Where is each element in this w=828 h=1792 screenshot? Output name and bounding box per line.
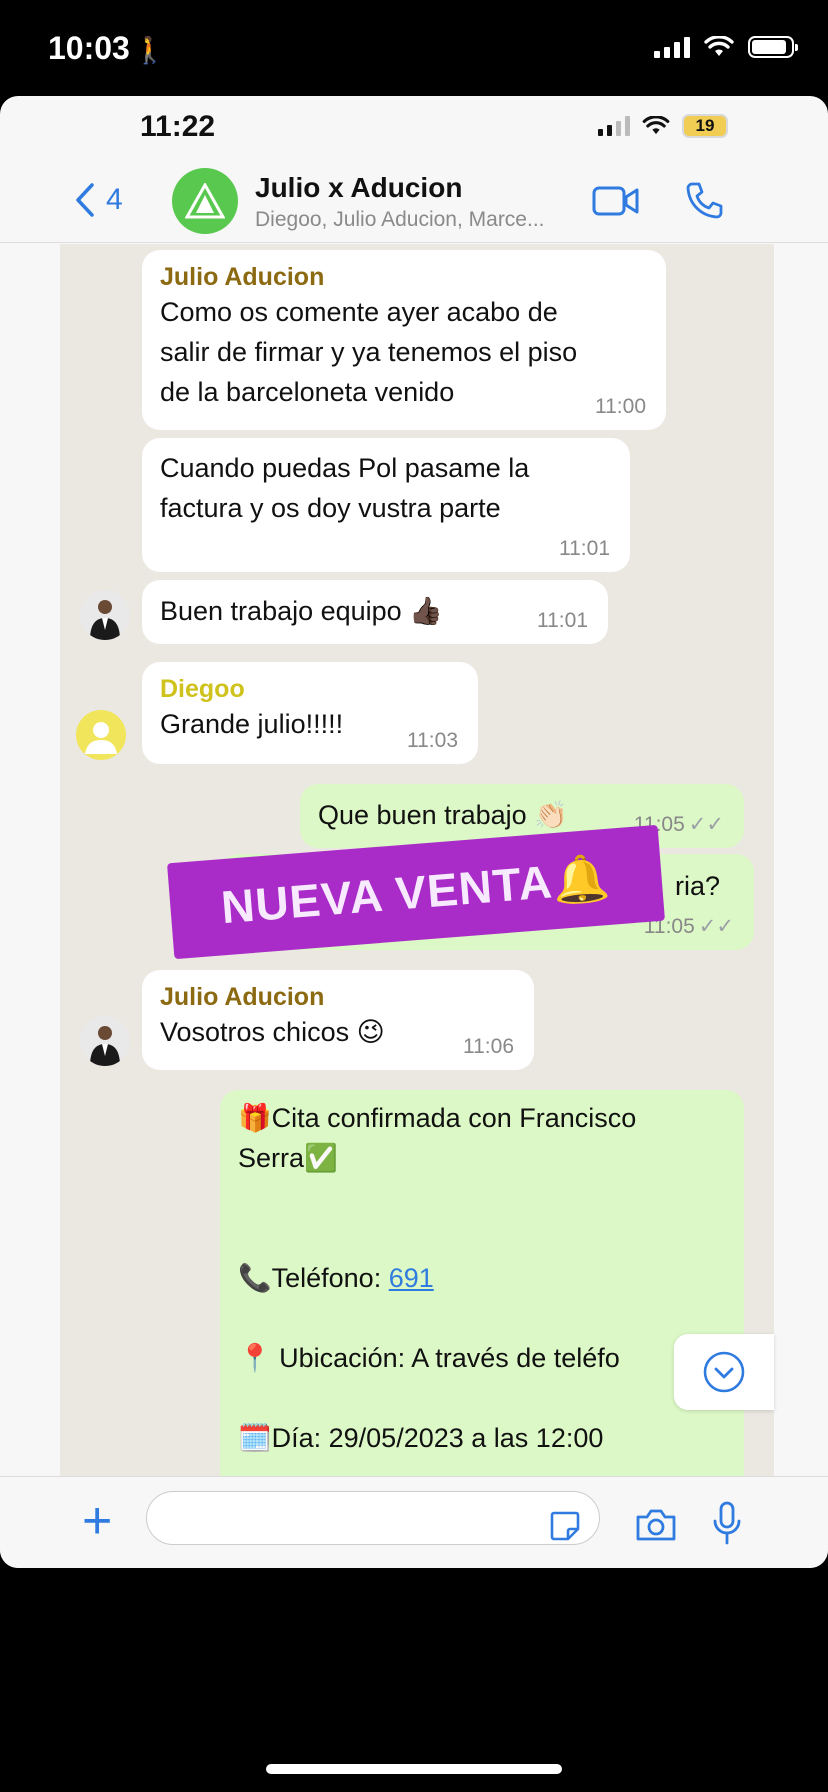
appointment-message[interactable]: 🎁Cita confirmada con Francisco Serra✅ 📞T… [220, 1090, 744, 1476]
appointment-phone: 📞Teléfono: 691 [238, 1258, 726, 1298]
inner-wifi-icon [642, 116, 670, 135]
appointment-title: 🎁Cita confirmada con Francisco [238, 1103, 637, 1133]
back-chevron-icon [76, 183, 94, 217]
back-count: 4 [106, 183, 123, 216]
inner-signal-icon [598, 116, 630, 136]
chat-title[interactable]: Julio x Aducion [255, 172, 462, 204]
message-text: ria? [674, 871, 720, 901]
message-bubble[interactable]: Buen trabajo equipo 👍🏿 11:01 [142, 580, 608, 644]
message-time: 11:00 [595, 395, 646, 418]
appointment-date: 🗓️Día: 29/05/2023 a las 12:00 [238, 1423, 604, 1453]
message-sender: Julio Aducion [160, 263, 325, 291]
outer-status-time: 10:03 🚶 [48, 30, 166, 67]
outer-time-text: 10:03 [48, 30, 130, 66]
message-text: de la barceloneta venido [160, 377, 455, 407]
message-time: 11:01 [559, 537, 610, 560]
camera-icon[interactable] [634, 1507, 678, 1543]
inner-battery-icon: 19 [682, 114, 728, 138]
back-button[interactable]: 4 [74, 182, 123, 218]
message-sender: Julio Aducion [160, 983, 325, 1011]
message-time: 11:01 [537, 609, 588, 632]
whatsapp-screenshot: 11:22 19 4 Julio x Aducion Diegoo, Julio… [0, 96, 828, 1568]
battery-icon [748, 36, 798, 58]
signal-icon [654, 36, 690, 58]
message-bubble[interactable]: Julio Aducion Como os comente ayer acabo… [142, 250, 666, 430]
appointment-location: 📍 Ubicación: A través de teléfo [238, 1343, 620, 1373]
person-icon: 🚶 [133, 35, 167, 65]
message-time: 11:03 [407, 729, 458, 752]
home-indicator[interactable] [266, 1764, 562, 1774]
message-time: 11:06 [463, 1035, 514, 1058]
message-text: Cuando puedas Pol pasame la [160, 453, 530, 483]
message-bubble[interactable]: Julio Aducion Vosotros chicos 😉 11:06 [142, 970, 534, 1070]
message-text: salir de firmar y ya tenemos el piso [160, 337, 578, 367]
video-call-icon[interactable] [592, 184, 640, 218]
sticker-icon[interactable] [548, 1509, 582, 1543]
chat-header: 4 Julio x Aducion Diegoo, Julio Aducion,… [0, 156, 828, 243]
avatar[interactable] [76, 710, 126, 760]
phone-call-icon[interactable] [684, 180, 724, 220]
phone-label: 📞Teléfono: [238, 1263, 389, 1293]
avatar[interactable] [80, 590, 130, 640]
message-text: factura y os doy vustra parte [160, 493, 501, 523]
chat-participants[interactable]: Diegoo, Julio Aducion, Marce... [255, 208, 545, 232]
message-sender: Diegoo [160, 675, 245, 703]
appointment-name: Serra✅ [238, 1143, 338, 1173]
read-ticks-icon: ✓✓ [698, 915, 734, 938]
inner-status-time: 11:22 [140, 110, 216, 143]
outer-status-icons [654, 36, 798, 58]
message-text: Que buen trabajo 👏🏻 [318, 800, 568, 830]
message-bubble[interactable]: Diegoo Grande julio!!!!! 11:03 [142, 662, 478, 764]
message-text: Buen trabajo equipo 👍🏿 [160, 596, 443, 626]
message-bubble[interactable]: Cuando puedas Pol pasame la factura y os… [142, 438, 630, 572]
message-input[interactable] [146, 1491, 600, 1545]
plus-icon[interactable]: + [82, 1495, 112, 1547]
group-logo-icon [185, 183, 225, 219]
inner-status-icons: 19 [598, 114, 728, 138]
phone-link[interactable]: 691 [389, 1263, 434, 1293]
scroll-down-icon [703, 1351, 745, 1393]
wifi-icon [704, 36, 734, 56]
message-text: Como os comente ayer acabo de [160, 297, 558, 327]
read-ticks-icon: ✓✓ [688, 813, 724, 836]
message-composer: + [0, 1476, 828, 1568]
group-avatar[interactable] [172, 168, 238, 234]
microphone-icon[interactable] [712, 1501, 742, 1545]
scroll-to-bottom-button[interactable] [674, 1334, 774, 1410]
avatar[interactable] [80, 1016, 130, 1066]
